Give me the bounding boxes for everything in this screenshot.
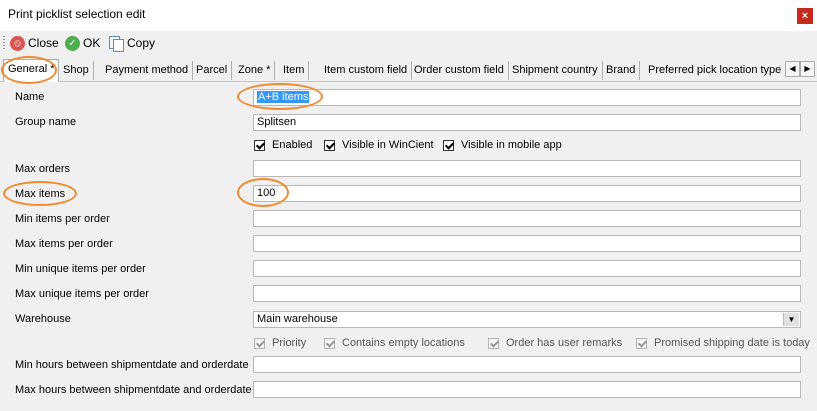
contains-empty-locations-check-icon xyxy=(324,337,335,349)
max-unique-items-per-order-field[interactable] xyxy=(253,285,801,302)
tab-zone[interactable]: Zone * xyxy=(234,61,276,80)
tab-item-custom-field[interactable]: Item custom field xyxy=(320,61,413,80)
warehouse-value: Main warehouse xyxy=(257,313,338,325)
min-hours-label: Min hours between shipmentdate and order… xyxy=(15,359,249,371)
priority-check-icon xyxy=(254,337,265,349)
max-items-per-order-label: Max items per order xyxy=(15,238,113,250)
annotation-oval-name-value xyxy=(237,83,323,110)
max-items-per-order-field[interactable] xyxy=(253,235,801,252)
ok-button-label: OK xyxy=(83,36,101,50)
promised-shipping-today-label: Promised shipping date is today xyxy=(654,337,810,349)
visible-mobile-checkbox[interactable]: Visible in mobile app xyxy=(443,139,562,151)
ok-button[interactable]: ✓ OK xyxy=(65,33,100,53)
name-field[interactable]: A+B items xyxy=(253,89,801,106)
enabled-check-icon xyxy=(254,139,265,151)
visible-wincient-checkbox[interactable]: Visible in WinCient xyxy=(324,139,434,151)
min-unique-items-per-order-field[interactable] xyxy=(253,260,801,277)
contains-empty-locations-label: Contains empty locations xyxy=(342,337,465,349)
visible-mobile-check-icon xyxy=(443,139,454,151)
group-name-value: Splitsen xyxy=(257,116,297,128)
max-items-field[interactable]: 100 xyxy=(253,185,801,202)
tab-scroll-left-icon[interactable]: ◀ xyxy=(785,61,800,77)
tab-parcel[interactable]: Parcel xyxy=(192,61,233,80)
order-has-user-remarks-checkbox[interactable]: Order has user remarks xyxy=(488,337,622,349)
order-has-user-remarks-check-icon xyxy=(488,337,499,349)
visible-wincient-label: Visible in WinCient xyxy=(342,139,434,151)
visible-wincient-check-icon xyxy=(324,139,335,151)
contains-empty-locations-checkbox[interactable]: Contains empty locations xyxy=(324,337,465,349)
max-orders-field[interactable] xyxy=(253,160,801,177)
annotation-oval-max-items-value xyxy=(237,178,289,207)
priority-checkbox[interactable]: Priority xyxy=(254,337,306,349)
tab-payment-method[interactable]: Payment method xyxy=(101,61,194,80)
max-hours-field[interactable] xyxy=(253,381,801,398)
priority-label: Priority xyxy=(272,337,307,349)
window-close-button[interactable]: × xyxy=(797,8,813,24)
name-label: Name xyxy=(15,91,45,103)
enabled-checkbox[interactable]: Enabled xyxy=(254,139,312,151)
toolbar-grip[interactable] xyxy=(3,36,5,51)
chevron-down-icon[interactable]: ▼ xyxy=(783,313,799,326)
checkmark-icon: ✓ xyxy=(65,35,80,51)
max-hours-label: Max hours between shipmentdate and order… xyxy=(15,384,252,396)
max-unique-items-per-order-label: Max unique items per order xyxy=(15,288,149,300)
max-orders-label: Max orders xyxy=(15,163,71,175)
annotation-oval-max-items-label xyxy=(3,181,77,206)
copy-icon xyxy=(109,35,124,52)
tab-shipment-country[interactable]: Shipment country xyxy=(508,61,603,80)
tab-shop[interactable]: Shop xyxy=(59,61,94,80)
tab-brand[interactable]: Brand xyxy=(602,61,641,80)
annotation-oval-general-tab xyxy=(1,56,57,84)
close-button-label: Close xyxy=(28,36,59,50)
window-title: Print picklist selection edit xyxy=(8,7,146,21)
warehouse-label: Warehouse xyxy=(15,313,71,325)
tab-order-custom-field[interactable]: Order custom field xyxy=(410,61,509,80)
copy-button-label: Copy xyxy=(127,36,156,50)
tab-item[interactable]: Item xyxy=(279,61,310,80)
group-name-field[interactable]: Splitsen xyxy=(253,114,801,131)
tab-preferred-pick-location-type[interactable]: Preferred pick location type xyxy=(644,61,785,80)
visible-mobile-label: Visible in mobile app xyxy=(461,139,562,151)
order-has-user-remarks-label: Order has user remarks xyxy=(506,337,623,349)
tab-scroll-right-icon[interactable]: ▶ xyxy=(800,61,815,77)
promised-shipping-today-checkbox[interactable]: Promised shipping date is today xyxy=(636,337,810,349)
warehouse-select[interactable]: Main warehouse ▼ xyxy=(253,311,801,328)
group-name-label: Group name xyxy=(15,116,77,128)
close-button[interactable]: ⦸ Close xyxy=(10,33,59,53)
min-items-per-order-label: Min items per order xyxy=(15,213,110,225)
min-unique-items-per-order-label: Min unique items per order xyxy=(15,263,146,275)
enabled-label: Enabled xyxy=(272,139,313,151)
min-hours-field[interactable] xyxy=(253,356,801,373)
close-icon: ⦸ xyxy=(10,35,25,51)
min-items-per-order-field[interactable] xyxy=(253,210,801,227)
copy-button[interactable]: Copy xyxy=(109,33,155,53)
promised-shipping-today-check-icon xyxy=(636,337,647,349)
